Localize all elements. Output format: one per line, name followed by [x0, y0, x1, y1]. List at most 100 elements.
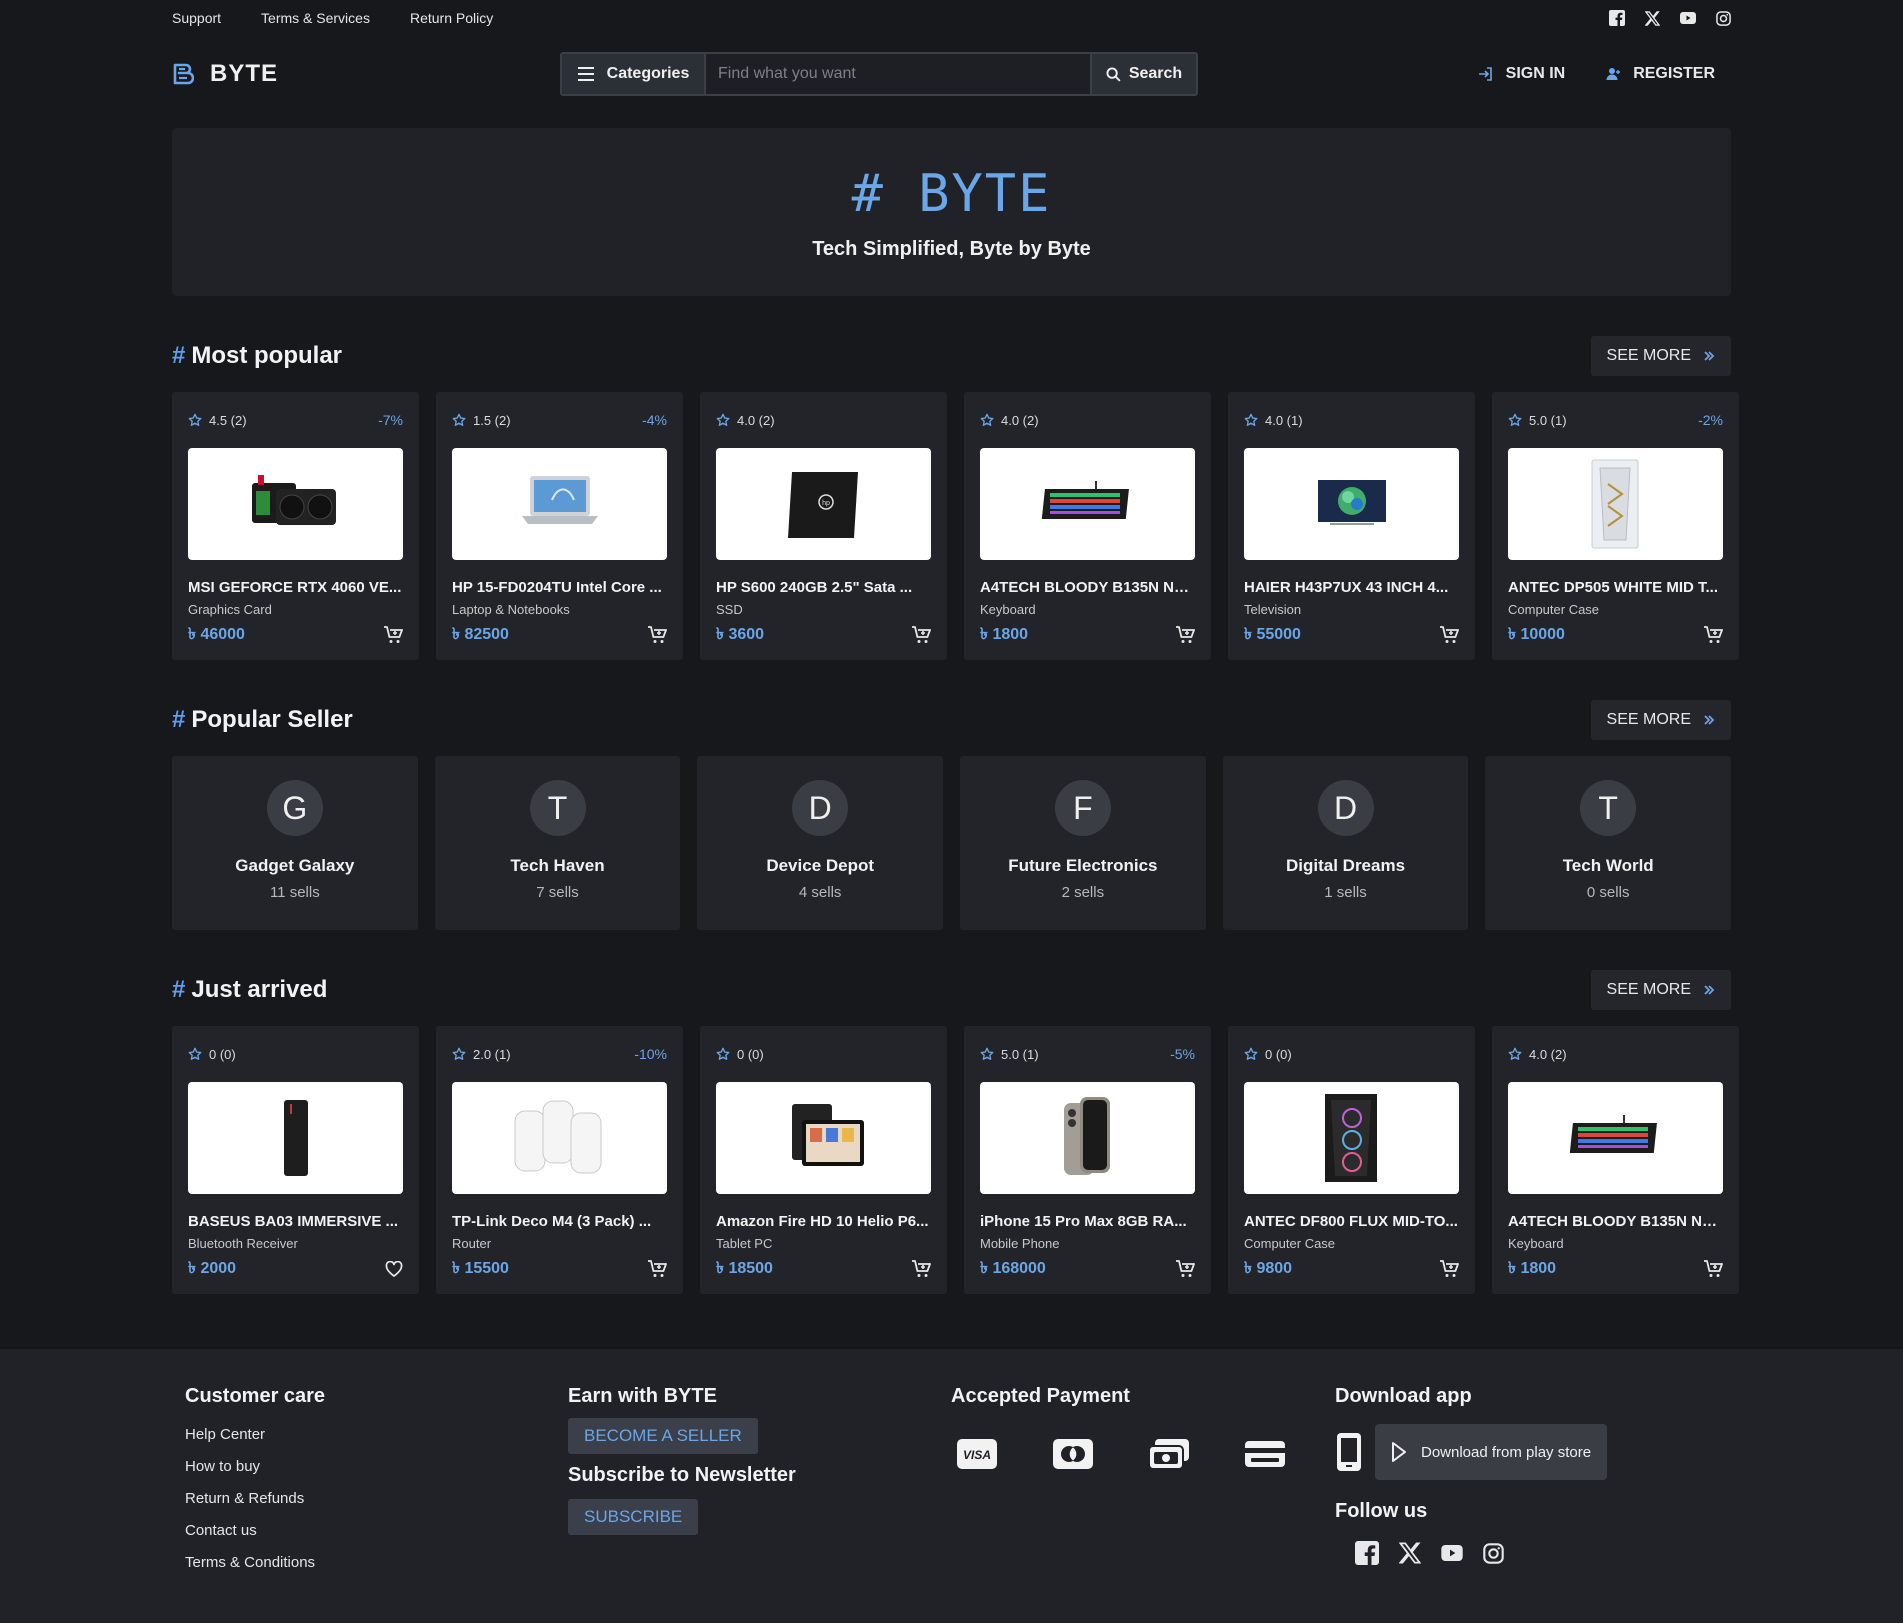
return-policy-link[interactable]: Return Policy [410, 10, 493, 26]
product-image[interactable] [188, 448, 403, 560]
product-name[interactable]: HAIER H43P7UX 43 INCH 4... [1244, 579, 1459, 596]
product-name[interactable]: ANTEC DF800 FLUX MID-TO... [1244, 1213, 1459, 1230]
add-to-cart-icon[interactable] [911, 625, 931, 644]
product-card[interactable]: 1.5 (2) -4% HP 15-FD0204TU Intel Core ... L… [436, 392, 683, 660]
seller-card[interactable]: G Gadget Galaxy 11 sells [172, 756, 418, 930]
see-more-button[interactable]: SEE MORE [1590, 700, 1731, 740]
product-image[interactable] [452, 1082, 667, 1194]
return-refunds-link[interactable]: Return & Refunds [185, 1490, 325, 1507]
seller-card[interactable]: D Device Depot 4 sells [697, 756, 944, 930]
seller-card[interactable]: D Digital Dreams 1 sells [1222, 756, 1469, 930]
product-image[interactable] [452, 448, 667, 560]
help-center-link[interactable]: Help Center [185, 1426, 325, 1443]
product-card[interactable]: 4.0 (2) A4TECH BLOODY B135N NE... Keyboard… [964, 392, 1211, 660]
instagram-icon[interactable] [1483, 1541, 1504, 1565]
seller-card[interactable]: T Tech World 0 sells [1485, 756, 1732, 930]
search-button[interactable]: Search [1090, 54, 1196, 94]
heart-icon[interactable] [385, 1260, 403, 1277]
product-image[interactable] [1508, 1082, 1723, 1194]
product-card[interactable]: 0 (0) ANTEC DF800 FLUX MID-TO... Computer … [1228, 1026, 1475, 1294]
youtube-icon[interactable] [1680, 12, 1696, 24]
add-to-cart-icon[interactable] [647, 1259, 667, 1278]
product-name[interactable]: Amazon Fire HD 10 Helio P6... [716, 1213, 931, 1230]
contact-us-link[interactable]: Contact us [185, 1522, 325, 1539]
add-to-cart-icon[interactable] [1703, 1259, 1723, 1278]
product-price: ৳ 1800 [980, 621, 1028, 648]
search-bar: Categories Search [560, 52, 1198, 96]
add-to-cart-icon[interactable] [1439, 1259, 1459, 1278]
star-icon [188, 413, 202, 426]
product-card[interactable]: 0 (0) BASEUS BA03 IMMERSIVE ... Bluetooth … [172, 1026, 419, 1294]
add-to-cart-icon[interactable] [1175, 625, 1195, 644]
subscribe-button[interactable]: SUBSCRIBE [568, 1499, 699, 1535]
price-row: ৳ 168000 [980, 1255, 1195, 1282]
register-button[interactable]: REGISTER [1605, 65, 1715, 83]
see-more-button[interactable]: SEE MORE [1590, 336, 1731, 376]
product-name[interactable]: TP-Link Deco M4 (3 Pack) ... [452, 1213, 667, 1230]
see-more-button[interactable]: SEE MORE [1590, 970, 1731, 1010]
price-value: 46000 [200, 626, 245, 643]
x-twitter-icon[interactable] [1399, 1541, 1421, 1565]
product-image[interactable] [1508, 448, 1723, 560]
seller-card[interactable]: F Future Electronics 2 sells [960, 756, 1206, 930]
add-to-cart-icon[interactable] [911, 1259, 931, 1278]
search-input[interactable] [706, 54, 1090, 94]
product-image[interactable] [1244, 448, 1459, 560]
product-name[interactable]: BASEUS BA03 IMMERSIVE ... [188, 1213, 403, 1230]
product-image[interactable] [716, 1082, 931, 1194]
product-card[interactable]: 2.0 (1) -10% TP-Link Deco M4 (3 Pack) ... R… [436, 1026, 683, 1294]
x-twitter-icon[interactable] [1645, 10, 1660, 26]
product-card[interactable]: 4.0 (2) A4TECH BLOODY B135N NE... Keyboard… [1492, 1026, 1739, 1294]
section-title: # Most popular [172, 342, 343, 369]
add-to-cart-icon[interactable] [1175, 1259, 1195, 1278]
follow-heading: Follow us [1335, 1500, 1428, 1522]
product-name[interactable]: MSI GEFORCE RTX 4060 VE... [188, 579, 403, 596]
terms-conditions-link[interactable]: Terms & Conditions [185, 1554, 325, 1571]
product-card[interactable]: 4.0 (1) HAIER H43P7UX 43 INCH 4... Televis… [1228, 392, 1475, 660]
product-name[interactable]: HP 15-FD0204TU Intel Core ... [452, 579, 667, 596]
download-heading: Download app [1335, 1385, 1472, 1407]
product-card[interactable]: 4.5 (2) -7% MSI GEFORCE RTX 4060 VE... Grap… [172, 392, 419, 660]
support-link[interactable]: Support [172, 10, 221, 26]
product-name[interactable]: HP S600 240GB 2.5" Sata ... [716, 579, 931, 596]
product-price: ৳ 55000 [1244, 621, 1301, 648]
product-card[interactable]: 5.0 (1) -2% ANTEC DP505 WHITE MID T... Comp… [1492, 392, 1739, 660]
menu-icon [577, 67, 594, 81]
how-to-buy-link[interactable]: How to buy [185, 1458, 325, 1475]
site-header: BYTE Categories Search SIGN IN REGISTER [172, 52, 1731, 96]
product-name[interactable]: A4TECH BLOODY B135N NE... [980, 579, 1195, 596]
product-image[interactable] [980, 1082, 1195, 1194]
product-image[interactable] [980, 448, 1195, 560]
play-store-button[interactable]: Download from play store [1375, 1424, 1608, 1480]
add-to-cart-icon[interactable] [1439, 625, 1459, 644]
product-image[interactable] [1244, 1082, 1459, 1194]
product-image[interactable] [188, 1082, 403, 1194]
card-top: 2.0 (1) -10% [452, 1026, 667, 1082]
brand-logo[interactable]: BYTE [172, 60, 560, 88]
seller-card[interactable]: T Tech Haven 7 sells [434, 756, 681, 930]
facebook-icon[interactable] [1609, 10, 1625, 26]
sign-in-button[interactable]: SIGN IN [1478, 65, 1565, 83]
youtube-icon[interactable] [1441, 1541, 1463, 1565]
star-icon [980, 1047, 994, 1060]
customer-care-heading: Customer care [185, 1385, 326, 1407]
product-name[interactable]: ANTEC DP505 WHITE MID T... [1508, 579, 1723, 596]
add-to-cart-icon[interactable] [383, 625, 403, 644]
card-top: 5.0 (1) -2% [1508, 392, 1723, 448]
product-card[interactable]: 0 (0) Amazon Fire HD 10 Helio P6... Tablet… [700, 1026, 947, 1294]
discount-badge: -4% [642, 412, 667, 428]
add-to-cart-icon[interactable] [647, 625, 667, 644]
product-image[interactable]: hp [716, 448, 931, 560]
add-to-cart-icon[interactable] [1703, 625, 1723, 644]
terms-services-link[interactable]: Terms & Services [261, 10, 370, 26]
instagram-icon[interactable] [1716, 10, 1731, 26]
product-card[interactable]: 5.0 (1) -5% iPhone 15 Pro Max 8GB RA... Mob… [964, 1026, 1211, 1294]
currency-symbol: ৳ [716, 1260, 724, 1277]
product-price: ৳ 18500 [716, 1255, 773, 1282]
facebook-icon[interactable] [1355, 1541, 1379, 1565]
product-name[interactable]: A4TECH BLOODY B135N NE... [1508, 1213, 1723, 1230]
categories-button[interactable]: Categories [562, 54, 706, 94]
product-card[interactable]: 4.0 (2) hp HP S600 240GB 2.5" Sata ... SSD ৳… [700, 392, 947, 660]
become-seller-button[interactable]: BECOME A SELLER [568, 1418, 758, 1454]
product-name[interactable]: iPhone 15 Pro Max 8GB RA... [980, 1213, 1195, 1230]
